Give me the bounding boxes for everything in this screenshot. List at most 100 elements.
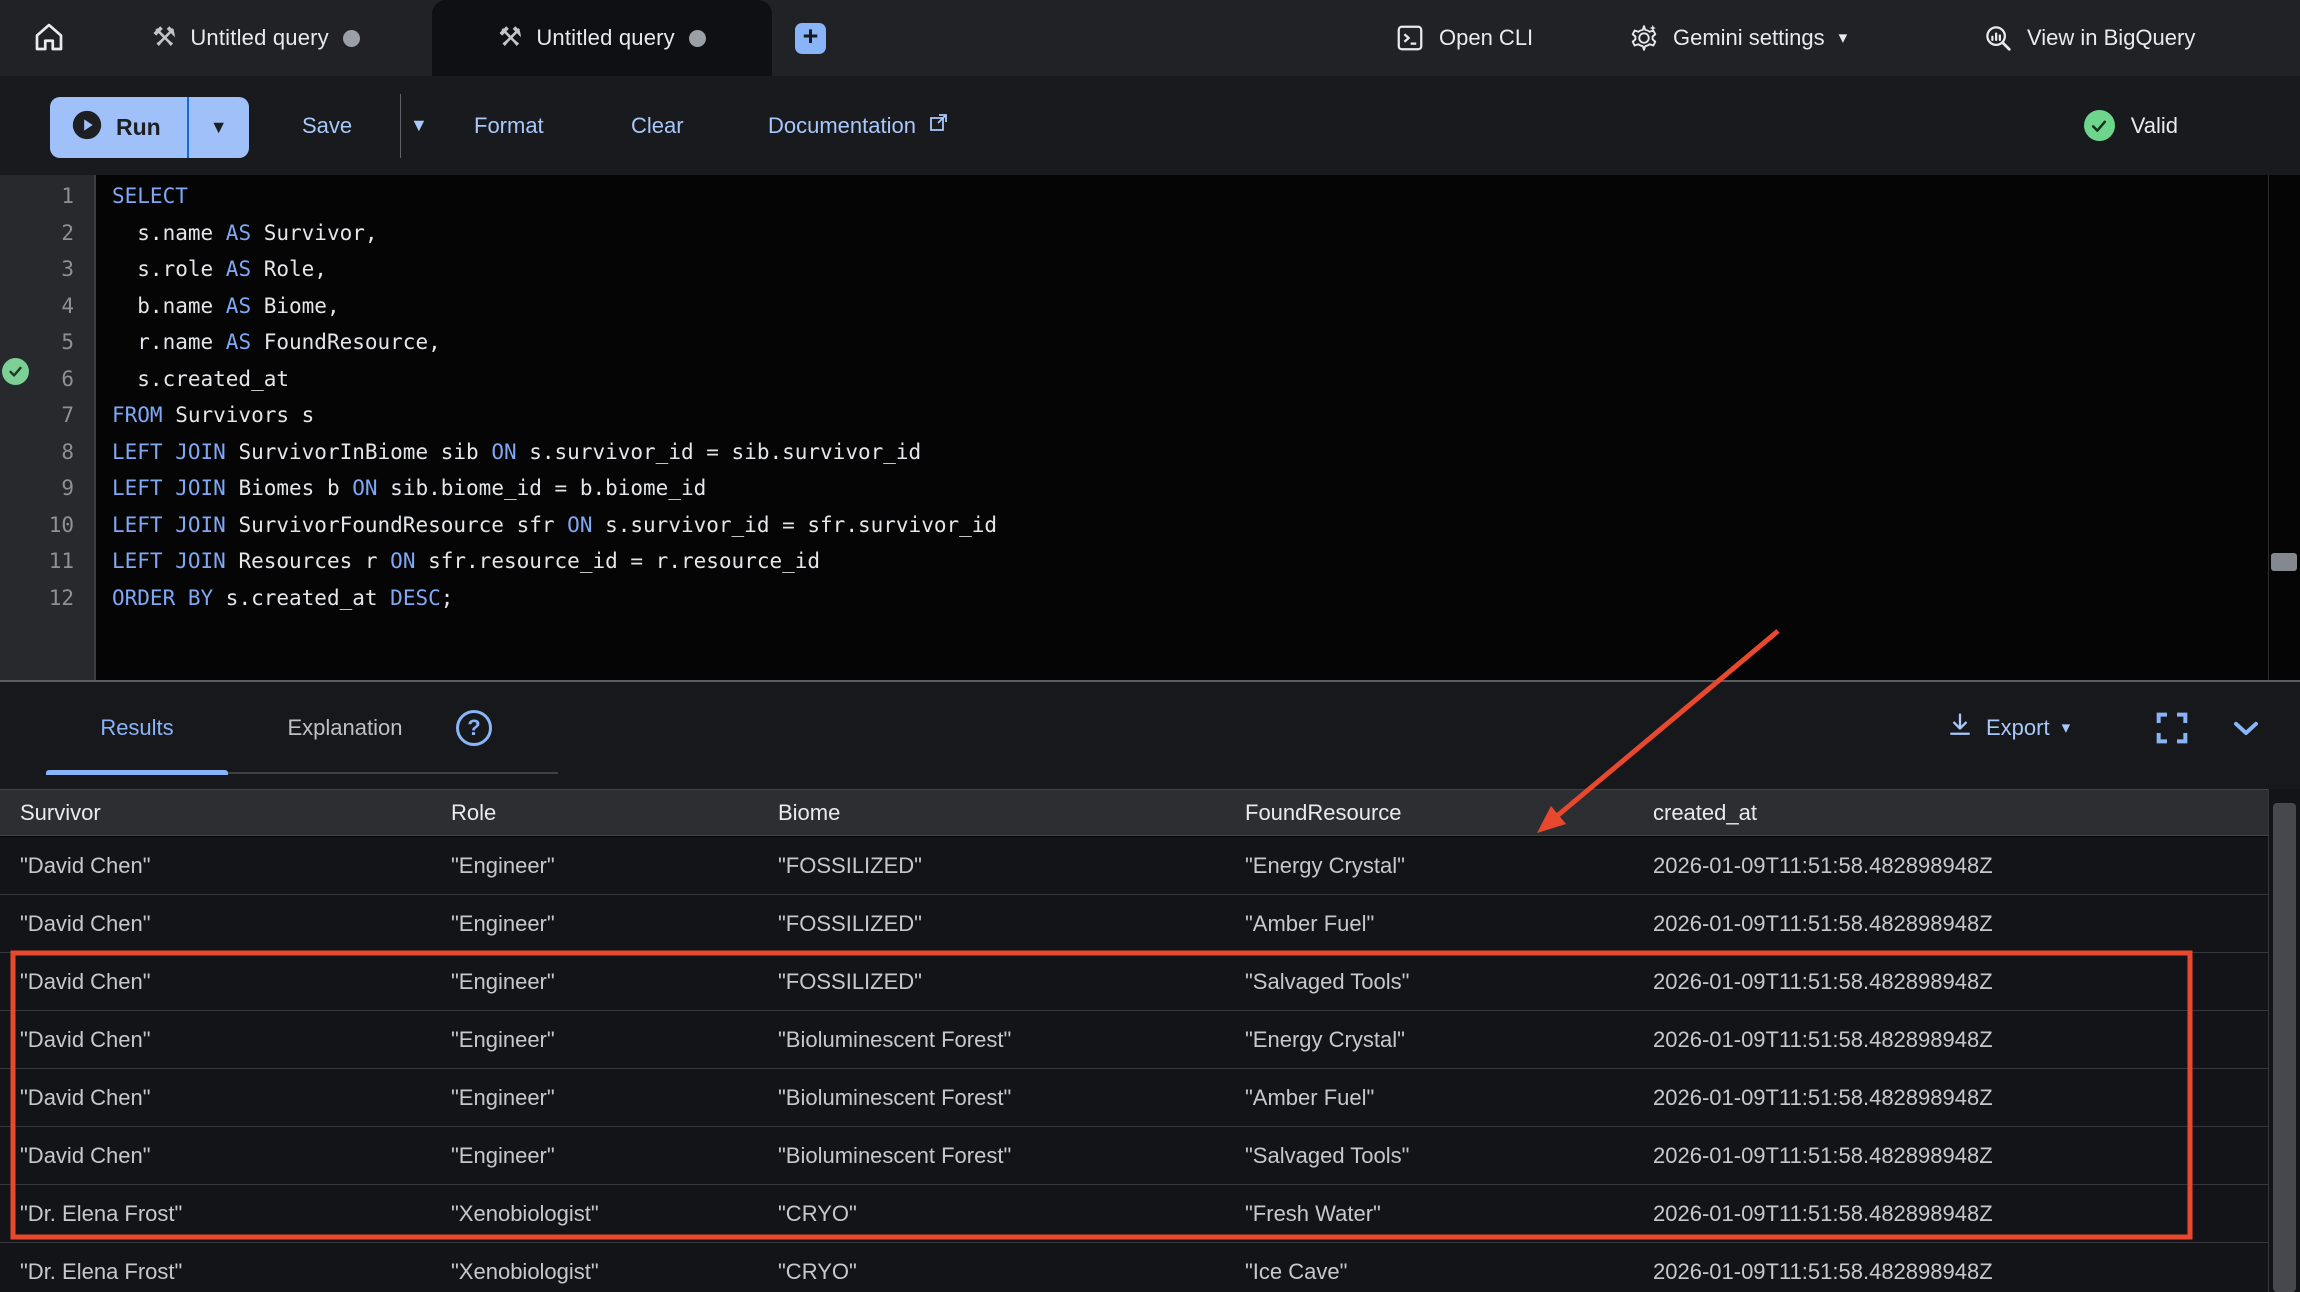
sql-text: ; <box>441 586 454 610</box>
results-toolbar: Results Explanation ? Export ▾ <box>0 682 2300 789</box>
query-tab-1[interactable]: ⚒Untitled query <box>80 0 432 76</box>
save-options-button[interactable]: ▼ <box>410 76 428 175</box>
view-in-bigquery-button[interactable]: View in BigQuery <box>1983 0 2195 76</box>
sql-keyword: AS <box>226 294 251 318</box>
sql-keyword: ON <box>567 513 592 537</box>
line-number: 7 <box>0 397 74 434</box>
table-cell: "Salvaged Tools" <box>1245 953 1642 1010</box>
sql-keyword: AS <box>226 330 251 354</box>
sql-editor[interactable]: 123456789101112 SELECT s.name AS Survivo… <box>0 175 2300 680</box>
query-tab-label: Untitled query <box>536 25 675 51</box>
new-tab-button[interactable]: + <box>795 23 826 54</box>
sql-keyword: ON <box>390 549 415 573</box>
table-cell: 2026-01-09T11:51:58.482898948Z <box>1653 1243 2253 1292</box>
table-cell: 2026-01-09T11:51:58.482898948Z <box>1653 1185 2253 1242</box>
table-cell: "Bioluminescent Forest" <box>778 1011 1234 1068</box>
export-button[interactable]: Export ▾ <box>1946 682 2070 774</box>
query-tabs: ⚒Untitled query⚒Untitled query <box>80 0 772 76</box>
sql-keyword: LEFT JOIN <box>112 549 226 573</box>
code-line: b.name AS Biome, <box>112 288 2260 325</box>
line-number: 5 <box>0 324 74 361</box>
sql-text: Biomes b <box>226 476 352 500</box>
sql-keyword: FROM <box>112 403 163 427</box>
table-cell: "Energy Crystal" <box>1245 1011 1642 1068</box>
line-number: 11 <box>0 543 74 580</box>
sql-text: FoundResource, <box>251 330 441 354</box>
format-label: Format <box>474 113 544 139</box>
sql-text: Survivors s <box>163 403 315 427</box>
run-button-group: Run ▼ <box>50 97 249 158</box>
table-cell: "CRYO" <box>778 1243 1234 1292</box>
tab-explanation-label: Explanation <box>288 715 403 741</box>
table-cell: "FOSSILIZED" <box>778 953 1234 1010</box>
help-icon[interactable]: ? <box>456 710 492 746</box>
table-cell: "Xenobiologist" <box>451 1243 767 1292</box>
gemini-gear-icon <box>1629 23 1659 53</box>
tab-explanation[interactable]: Explanation <box>250 682 440 774</box>
query-tab-label: Untitled query <box>190 25 329 51</box>
table-row: "David Chen""Engineer""FOSSILIZED""Salva… <box>0 953 2268 1011</box>
run-button[interactable]: Run <box>50 97 187 158</box>
sql-text: SurvivorFoundResource sfr <box>226 513 567 537</box>
sql-keyword: AS <box>226 221 251 245</box>
table-cell: "Engineer" <box>451 953 767 1010</box>
run-options-button[interactable]: ▼ <box>189 97 249 158</box>
code-line: ORDER BY s.created_at DESC; <box>112 580 2260 617</box>
line-number: 1 <box>0 178 74 215</box>
valid-check-icon <box>2084 110 2115 141</box>
bigquery-icon <box>1983 23 2013 53</box>
toolbar-divider <box>400 94 401 158</box>
column-header-role: Role <box>451 790 767 835</box>
table-cell: "Xenobiologist" <box>451 1185 767 1242</box>
gemini-settings-button[interactable]: Gemini settings ▾ <box>1629 0 1847 76</box>
table-cell: "Amber Fuel" <box>1245 895 1642 952</box>
editor-scrollbar-thumb[interactable] <box>2271 553 2297 571</box>
code-line: LEFT JOIN Biomes b ON sib.biome_id = b.b… <box>112 470 2260 507</box>
sql-keyword: ORDER BY <box>112 586 213 610</box>
export-label: Export <box>1986 715 2050 741</box>
unsaved-dot-icon <box>343 30 360 47</box>
table-cell: "Bioluminescent Forest" <box>778 1069 1234 1126</box>
editor-scrollbar[interactable] <box>2268 175 2300 680</box>
query-tab-2[interactable]: ⚒Untitled query <box>432 0 772 76</box>
line-number: 4 <box>0 288 74 325</box>
open-cli-label: Open CLI <box>1439 25 1533 51</box>
format-button[interactable]: Format <box>474 76 544 175</box>
results-scrollbar[interactable] <box>2268 789 2300 1292</box>
code-line: SELECT <box>112 178 2260 215</box>
table-cell: "CRYO" <box>778 1185 1234 1242</box>
fullscreen-button[interactable] <box>2152 708 2192 748</box>
code-line: LEFT JOIN SurvivorInBiome sib ON s.survi… <box>112 434 2260 471</box>
code-line: s.name AS Survivor, <box>112 215 2260 252</box>
table-cell: "FOSSILIZED" <box>778 837 1234 894</box>
play-icon <box>70 108 104 147</box>
table-cell: 2026-01-09T11:51:58.482898948Z <box>1653 1011 2253 1068</box>
sql-text: b.name <box>112 294 226 318</box>
sql-text: Survivor, <box>251 221 377 245</box>
home-button[interactable] <box>26 16 72 62</box>
clear-button[interactable]: Clear <box>631 76 684 175</box>
line-number: 8 <box>0 434 74 471</box>
sql-text: SurvivorInBiome sib <box>226 440 492 464</box>
tab-results[interactable]: Results <box>46 682 228 774</box>
sql-text: s.role <box>112 257 226 281</box>
chevron-down-icon: ▼ <box>410 115 428 136</box>
line-number: 2 <box>0 215 74 252</box>
sql-text: Role, <box>251 257 327 281</box>
sql-keyword: AS <box>226 257 251 281</box>
documentation-link[interactable]: Documentation <box>768 76 950 175</box>
results-scrollbar-thumb[interactable] <box>2273 803 2296 1292</box>
table-cell: "David Chen" <box>20 837 440 894</box>
collapse-panel-button[interactable] <box>2226 708 2266 748</box>
sql-text: s.created_at <box>112 367 289 391</box>
plus-icon: + <box>803 23 819 50</box>
column-header-created_at: created_at <box>1653 790 2253 835</box>
chevron-down-icon: ▼ <box>210 117 228 138</box>
table-cell: "Engineer" <box>451 1011 767 1068</box>
top-bar: ⚒Untitled query⚒Untitled query + Open CL… <box>0 0 2300 76</box>
code-line: LEFT JOIN Resources r ON sfr.resource_id… <box>112 543 2260 580</box>
open-cli-button[interactable]: Open CLI <box>1395 0 1533 76</box>
editor-gutter: 123456789101112 <box>0 175 96 680</box>
save-button[interactable]: Save <box>302 76 352 175</box>
documentation-label: Documentation <box>768 113 916 139</box>
